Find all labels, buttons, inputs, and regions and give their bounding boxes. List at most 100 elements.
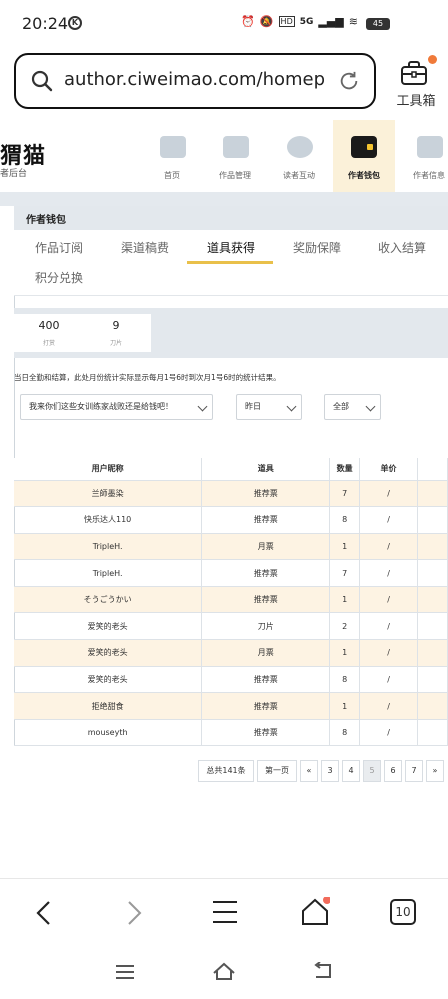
cell-unit-price: /	[359, 506, 419, 534]
date-select-value: 昨日	[245, 402, 261, 411]
cell-extra	[417, 639, 448, 667]
toolbox-icon	[401, 61, 427, 85]
system-nav-bar	[0, 946, 448, 999]
tabs-count-button[interactable]: 10	[390, 899, 416, 925]
address-bar[interactable]: author.ciweimao.com/homepa…	[14, 53, 376, 109]
page-number-button[interactable]: 7	[405, 760, 423, 782]
tab-rewards[interactable]: 奖励保障	[293, 239, 341, 256]
cell-unit-price: /	[359, 666, 419, 694]
id-card-icon	[417, 136, 443, 158]
wallet-tabs: 作品订阅 渠道稿费 道具获得 奖励保障 收入结算 积分兑换	[14, 230, 448, 296]
cell-quantity: 7	[329, 559, 361, 587]
battery-level: 45	[372, 19, 384, 28]
tab-channel-fees[interactable]: 渠道稿费	[121, 239, 169, 256]
table-row: 快乐达人110 推荐票 8/	[14, 506, 448, 534]
cell-item: 推荐票	[201, 506, 331, 534]
cell-nickname: mouseyth	[14, 719, 203, 747]
status-icons: ⏰ 🔕 HD 5G ▂▄▆ ≋	[241, 15, 358, 28]
cell-item: 推荐票	[201, 666, 331, 694]
table-row: 爱笑的老头 刀片 2/	[14, 612, 448, 641]
cell-nickname: 快乐达人110	[14, 506, 203, 534]
paw-icon	[287, 136, 313, 158]
cell-quantity: 1	[329, 639, 361, 667]
cell-nickname: 爱笑的老头	[14, 666, 203, 694]
cell-extra	[417, 586, 448, 614]
page-number-button[interactable]: 6	[384, 760, 402, 782]
forward-icon[interactable]	[124, 899, 144, 927]
items-table: 用户昵称 道具 数量 单价 兰師墨染 推荐票 7/快乐达人110 推荐票 8/Tripl…	[14, 458, 448, 747]
cell-extra	[417, 612, 448, 641]
cell-extra	[417, 666, 448, 694]
type-select[interactable]: 全部	[324, 394, 381, 420]
header-divider	[0, 192, 448, 206]
cell-nickname: 爱笑的老头	[14, 612, 203, 641]
home-icon[interactable]	[300, 897, 330, 927]
first-page-button[interactable]: 第一页	[257, 760, 297, 782]
statistics-notice: 当日全勤和结算，此处月份统计实际显示每月1号6时到次月1号6时的统计结果。	[14, 373, 281, 382]
prev-page-button[interactable]: «	[300, 760, 318, 782]
wallet-title-bar: 作者钱包	[14, 206, 448, 230]
stats-band: 400 打赏 9 刀片	[14, 308, 448, 358]
chevron-down-icon	[365, 401, 376, 412]
cell-unit-price: /	[359, 559, 419, 587]
reload-icon[interactable]	[338, 70, 360, 92]
system-back-icon[interactable]	[312, 962, 334, 980]
cell-nickname: そうごうかい	[14, 586, 203, 614]
cell-nickname: TripleH.	[14, 533, 203, 561]
page-number-button[interactable]: 3	[321, 760, 339, 782]
cell-unit-price: /	[359, 639, 419, 667]
table-row: 兰師墨染 推荐票 7/	[14, 480, 448, 508]
hd-icon: HD	[278, 16, 295, 27]
wallet-icon	[351, 136, 377, 158]
stat-blades-label: 刀片	[109, 340, 122, 347]
tab-items-received[interactable]: 道具获得	[207, 239, 255, 256]
cell-item: 推荐票	[201, 559, 331, 587]
tab-points-exchange[interactable]: 积分兑换	[35, 269, 83, 286]
toolbox-button[interactable]: 工具箱	[390, 55, 440, 111]
nav-wallet[interactable]: 作者钱包	[333, 120, 395, 192]
toolbox-notification-dot	[428, 55, 437, 64]
date-select[interactable]: 昨日	[236, 394, 302, 420]
active-tab-indicator	[187, 261, 273, 264]
cell-quantity: 1	[329, 692, 361, 720]
chevron-down-icon	[286, 401, 297, 412]
recents-icon[interactable]	[115, 964, 135, 980]
k-notification-icon: K	[68, 16, 82, 30]
header-unit-price: 单价	[359, 458, 419, 481]
cell-quantity: 8	[329, 506, 361, 534]
nav-works[interactable]: 作品管理	[206, 120, 264, 192]
header-item: 道具	[201, 458, 331, 481]
tab-subscriptions[interactable]: 作品订阅	[35, 239, 83, 256]
nav-author-info[interactable]: 作者信息	[400, 120, 448, 192]
wallet-title: 作者钱包	[26, 215, 66, 226]
cell-nickname: 爱笑的老头	[14, 639, 203, 667]
book-select[interactable]: 我来你们这些女训练家战败还是给钱吧！	[20, 394, 213, 420]
cell-unit-price: /	[359, 533, 419, 561]
page-number-button[interactable]: 4	[342, 760, 360, 782]
page-number-button[interactable]: 5	[363, 760, 381, 782]
table-row: そうごうかい 推荐票 1/	[14, 586, 448, 614]
cell-quantity: 7	[329, 480, 361, 508]
nav-home[interactable]: 首页	[143, 120, 201, 192]
battery-icon: 45	[366, 18, 390, 30]
nav-readers[interactable]: 读者互动	[270, 120, 328, 192]
site-logo-subtitle: 者后台	[0, 169, 28, 179]
nav-home-label: 首页	[164, 171, 180, 180]
table-header-row: 用户昵称 道具 数量 单价	[14, 458, 448, 481]
cell-extra	[417, 559, 448, 587]
status-time: 20:24	[22, 14, 69, 33]
system-home-icon[interactable]	[212, 961, 236, 981]
url-text[interactable]: author.ciweimao.com/homepa…	[64, 69, 324, 90]
menu-icon[interactable]	[212, 899, 238, 925]
cell-quantity: 1	[329, 533, 361, 561]
tab-income-settlement[interactable]: 收入结算	[378, 239, 426, 256]
cell-extra	[417, 692, 448, 720]
stat-blades: 9 刀片	[81, 314, 151, 352]
table-row: mouseyth 推荐票 8/	[14, 719, 448, 747]
back-icon[interactable]	[34, 899, 54, 927]
next-page-button[interactable]: »	[426, 760, 444, 782]
cell-unit-price: /	[359, 480, 419, 508]
cell-unit-price: /	[359, 586, 419, 614]
pagination-total: 总共141条	[198, 760, 254, 782]
cell-extra	[417, 506, 448, 534]
